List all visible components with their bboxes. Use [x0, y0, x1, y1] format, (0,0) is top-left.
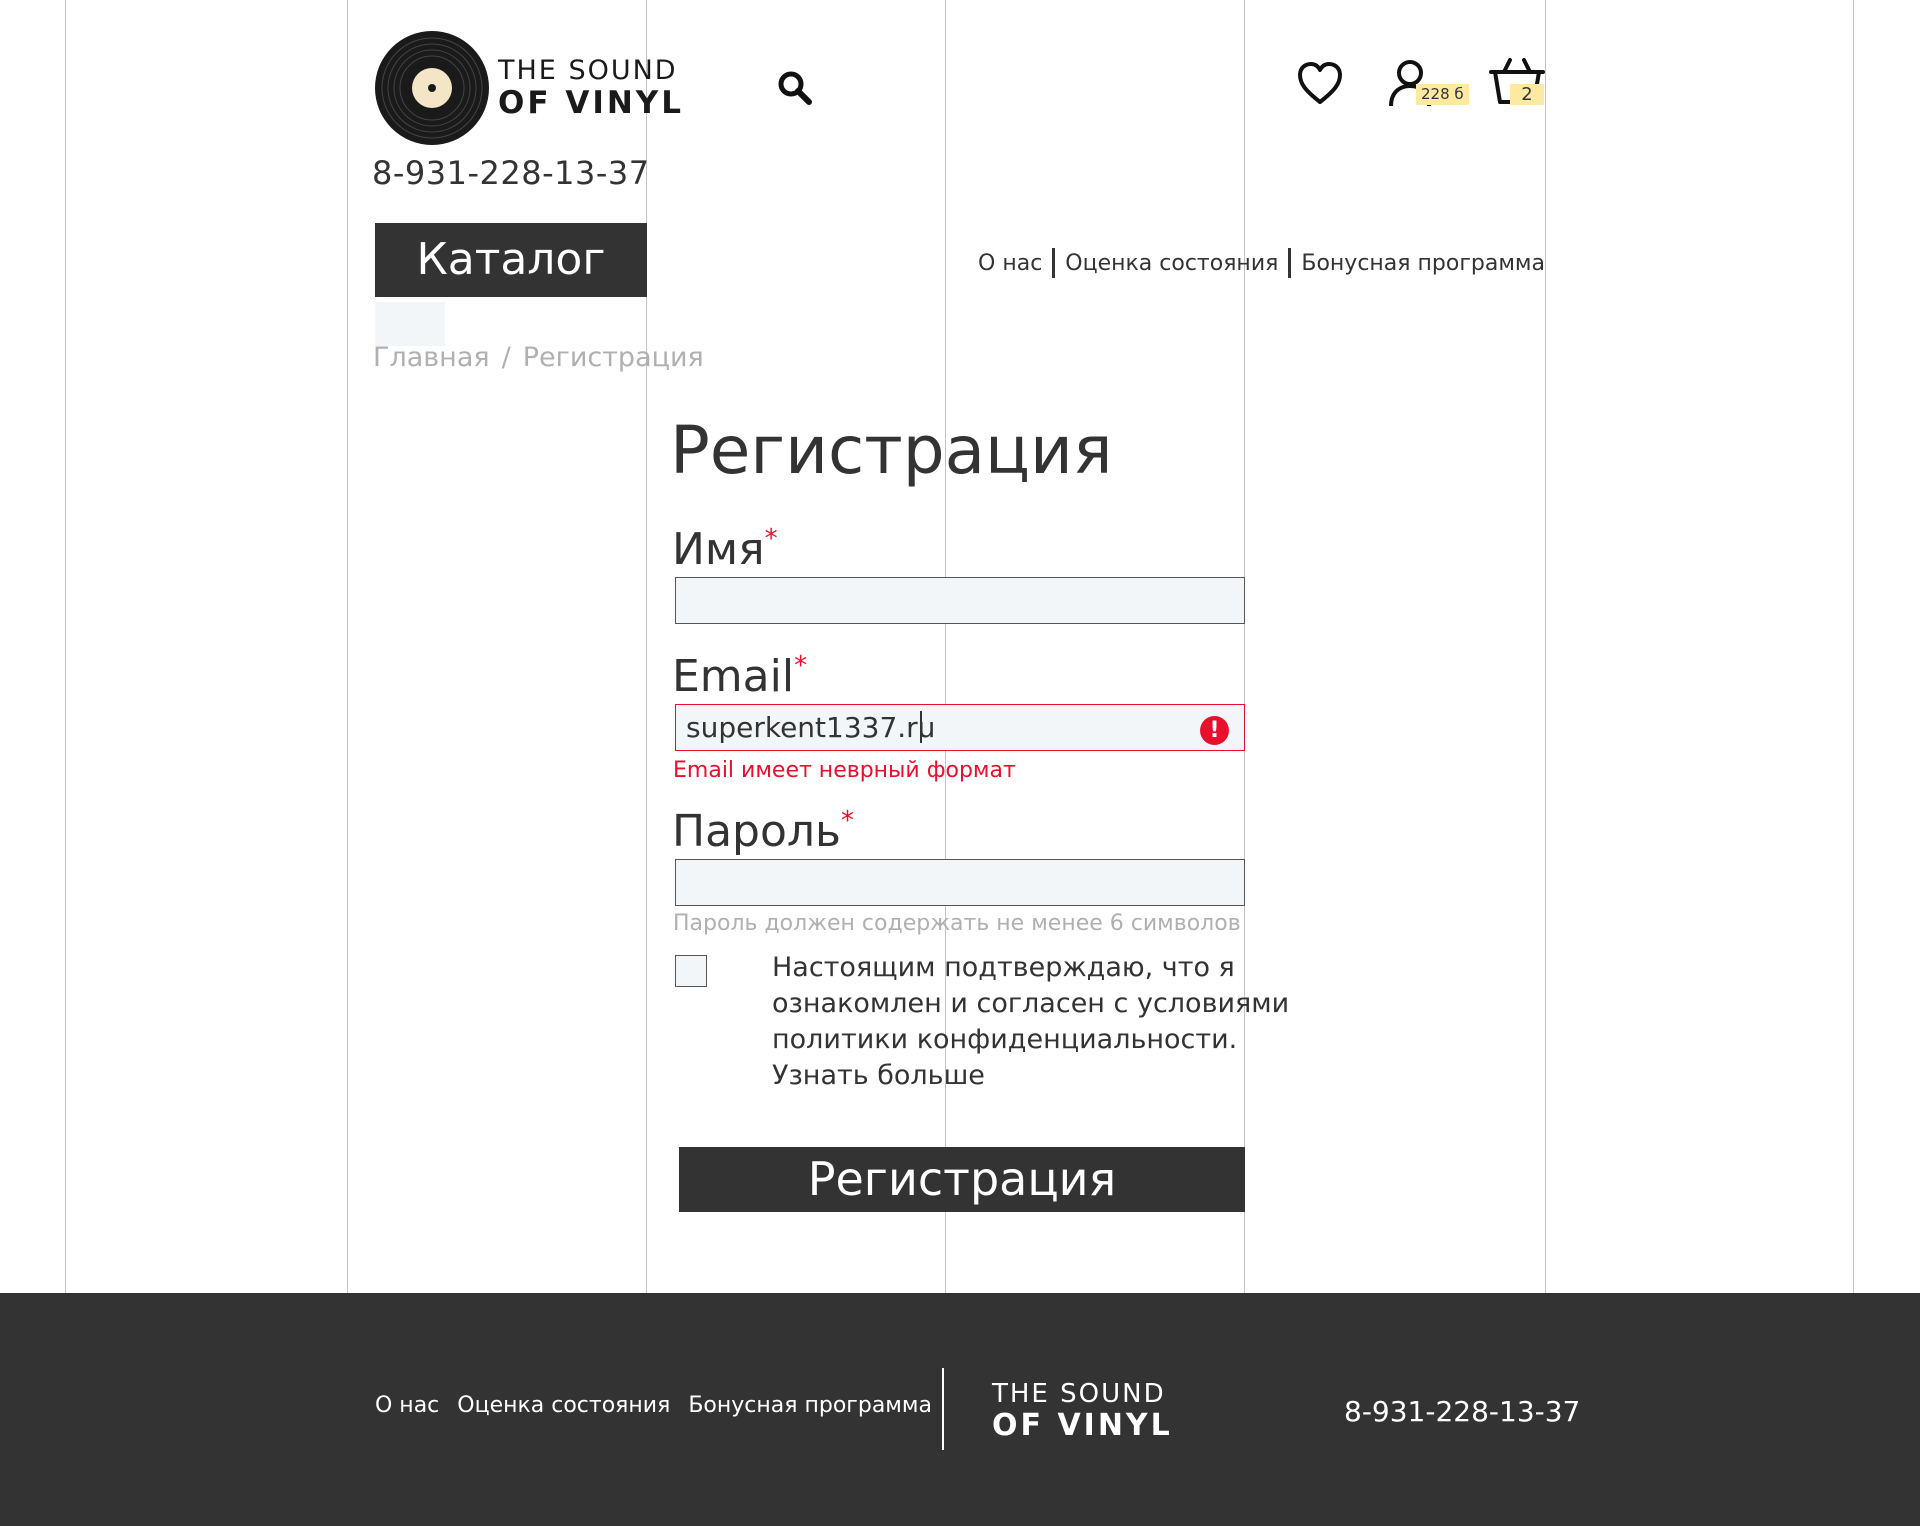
top-nav: О нас Оценка состояния Бонусная программ… [978, 248, 1545, 278]
email-label: Email* [672, 651, 807, 702]
footer-logo-line1: THE SOUND [992, 1379, 1166, 1409]
logo-text-line2: OF VINYL [498, 85, 684, 121]
logo-text-line1: THE SOUND [498, 55, 678, 86]
password-hint: Пароль должен содержать не менее 6 симво… [673, 911, 1241, 936]
name-input[interactable] [675, 577, 1245, 624]
site-logo[interactable]: THE SOUND OF VINYL [374, 30, 684, 146]
footer-divider [942, 1368, 944, 1450]
bonus-points-badge: 228 б [1416, 84, 1469, 105]
footer-logo[interactable]: THE SOUND OF VINYL [992, 1381, 1173, 1441]
search-icon[interactable] [777, 70, 813, 106]
grid-guide-line [1244, 0, 1245, 1293]
footer-logo-line2: OF VINYL [992, 1408, 1173, 1443]
grid-guide-line [646, 0, 647, 1293]
text-caret [920, 711, 922, 743]
password-label-text: Пароль [672, 806, 841, 857]
heart-icon[interactable] [1296, 60, 1344, 108]
password-input[interactable] [675, 859, 1245, 906]
footer-phone[interactable]: 8-931-228-13-37 [1344, 1395, 1580, 1428]
nav-bonus-link[interactable]: Бонусная программа [1301, 251, 1545, 276]
header-phone[interactable]: 8-931-228-13-37 [372, 154, 650, 192]
grid-guide-line [1545, 0, 1546, 1293]
breadcrumb-placeholder [375, 302, 445, 346]
grid-guide-line [347, 0, 348, 1293]
nav-about-link[interactable]: О нас [978, 251, 1042, 276]
breadcrumb-home[interactable]: Главная [373, 342, 490, 373]
required-mark: * [764, 524, 778, 554]
email-error-message: Email имеет неврный формат [673, 758, 1016, 783]
required-mark: * [840, 806, 854, 836]
footer-nav-about-link[interactable]: О нас [375, 1393, 439, 1418]
grid-guide-line [945, 0, 946, 1293]
vinyl-logo-icon [375, 31, 489, 145]
required-mark: * [794, 651, 808, 681]
footer: О нас Оценка состояния Бонусная программ… [0, 1293, 1920, 1526]
nav-condition-link[interactable]: Оценка состояния [1065, 251, 1278, 276]
password-label: Пароль* [672, 806, 854, 857]
consent-text: Настоящим подтверждаю, что я ознакомлен … [772, 952, 1290, 1091]
footer-nav-bonus-link[interactable]: Бонусная программа [688, 1393, 932, 1418]
email-label-text: Email [672, 651, 795, 702]
breadcrumb-current: Регистрация [522, 342, 704, 373]
breadcrumb: Главная / Регистрация [373, 342, 704, 373]
consent-checkbox[interactable] [675, 955, 707, 987]
footer-nav: О нас Оценка состояния Бонусная программ… [375, 1393, 950, 1418]
footer-nav-condition-link[interactable]: Оценка состояния [457, 1393, 670, 1418]
catalog-button[interactable]: Каталог [375, 223, 647, 297]
nav-separator [1288, 248, 1292, 278]
grid-guide-line [1853, 0, 1854, 1293]
breadcrumb-separator: / [501, 342, 511, 373]
name-label: Имя* [672, 524, 778, 575]
nav-separator [1052, 248, 1056, 278]
register-button[interactable]: Регистрация [679, 1147, 1245, 1212]
grid-guide-line [65, 0, 66, 1293]
cart-count-badge: 2 [1510, 84, 1544, 105]
error-icon: ! [1200, 716, 1229, 745]
email-input[interactable] [675, 704, 1245, 751]
page-title: Регистрация [670, 412, 1113, 489]
name-label-text: Имя [672, 524, 765, 575]
